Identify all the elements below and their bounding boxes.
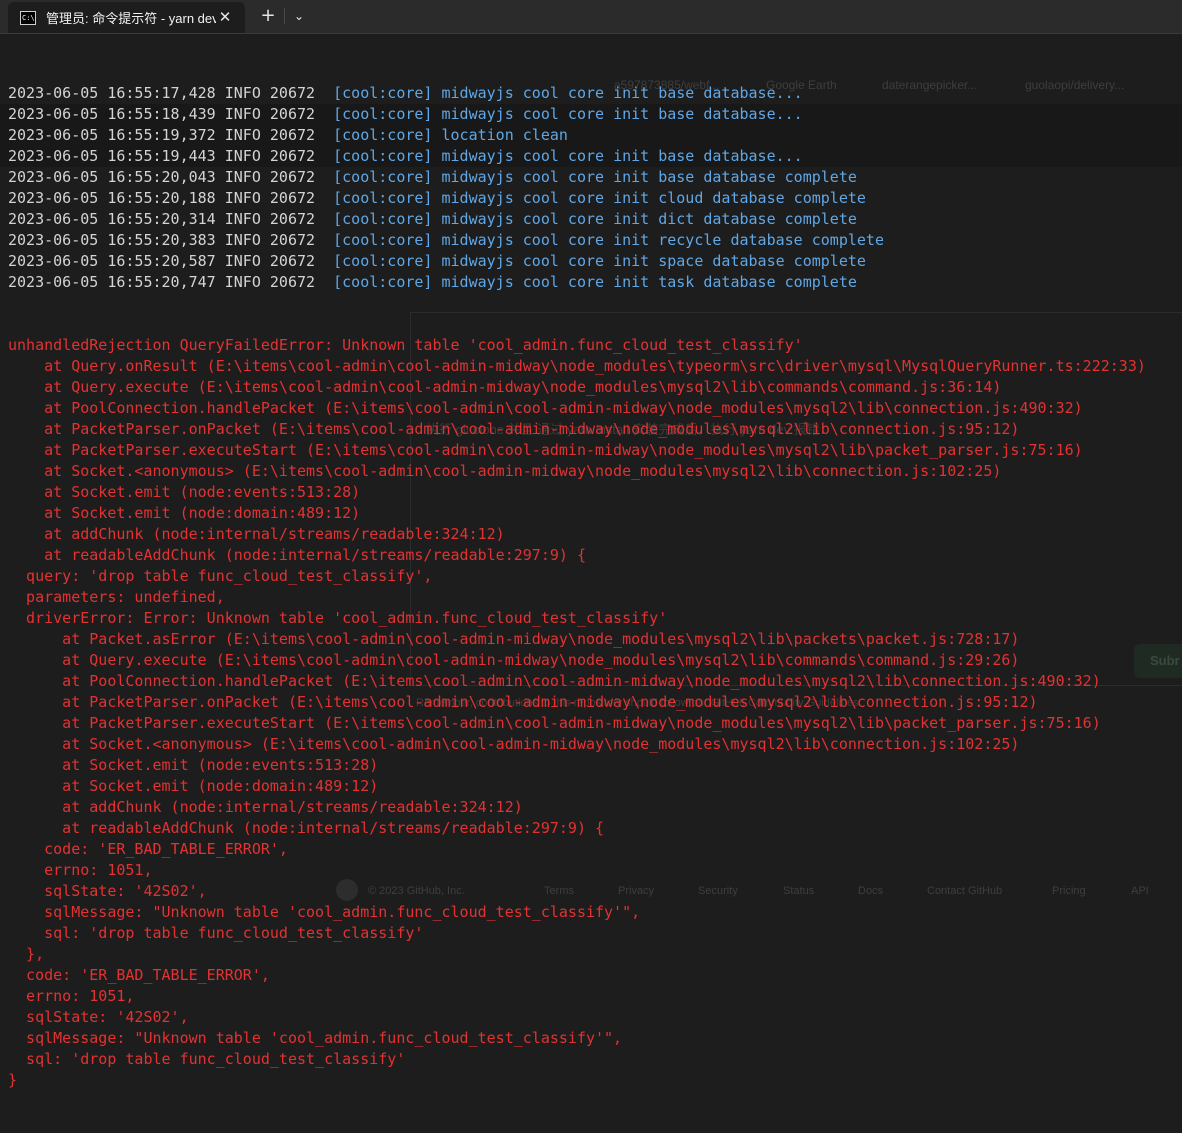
error-line: at PacketParser.onPacket (E:\items\cool-… [8, 693, 1038, 711]
log-line: 2023-06-05 16:55:20,188 INFO 20672 [cool… [8, 188, 1182, 209]
log-line: 2023-06-05 16:55:18,439 INFO 20672 [cool… [8, 104, 1182, 125]
log-message: [cool:core] midwayjs cool core init recy… [333, 231, 884, 249]
error-line: } [8, 1071, 18, 1089]
info-log-block: 2023-06-05 16:55:17,428 INFO 20672 [cool… [8, 83, 1182, 293]
terminal-icon: C:\ [20, 10, 36, 25]
error-line: }, [8, 945, 45, 963]
log-prefix: 2023-06-05 16:55:20,188 INFO 20672 [8, 189, 334, 207]
log-line: 2023-06-05 16:55:20,587 INFO 20672 [cool… [8, 251, 1182, 272]
error-line: at Query.onResult (E:\items\cool-admin\c… [8, 357, 1146, 375]
error-line: at Socket.emit (node:domain:489:12) [8, 777, 379, 795]
error-line: code: 'ER_BAD_TABLE_ERROR', [8, 966, 270, 984]
tab-divider [284, 8, 285, 24]
log-message: [cool:core] midwayjs cool core init dict… [333, 210, 857, 228]
log-line: 2023-06-05 16:55:20,314 INFO 20672 [cool… [8, 209, 1182, 230]
log-message: [cool:core] location clean [333, 126, 568, 144]
log-message: [cool:core] midwayjs cool core init base… [333, 147, 803, 165]
log-line: 2023-06-05 16:55:17,428 INFO 20672 [cool… [8, 83, 1182, 104]
log-prefix: 2023-06-05 16:55:20,314 INFO 20672 [8, 210, 334, 228]
error-line: at Socket.<anonymous> (E:\items\cool-adm… [8, 462, 1002, 480]
log-line: 2023-06-05 16:55:19,443 INFO 20672 [cool… [8, 146, 1182, 167]
error-line: at Query.execute (E:\items\cool-admin\co… [8, 651, 1020, 669]
error-line: query: 'drop table func_cloud_test_class… [8, 567, 433, 585]
log-prefix: 2023-06-05 16:55:19,443 INFO 20672 [8, 147, 334, 165]
log-line: 2023-06-05 16:55:20,043 INFO 20672 [cool… [8, 167, 1182, 188]
error-line: sqlState: '42S02', [8, 1008, 189, 1026]
terminal-window: a597873885/webf... Google Earth daterang… [0, 0, 1182, 1089]
tab-command-prompt[interactable]: C:\ 管理员: 命令提示符 - yarn dev ✕ [8, 2, 245, 33]
error-line: sql: 'drop table func_cloud_test_classif… [8, 924, 424, 942]
log-message: [cool:core] midwayjs cool core init clou… [333, 189, 866, 207]
error-line: at PoolConnection.handlePacket (E:\items… [8, 672, 1101, 690]
log-prefix: 2023-06-05 16:55:20,587 INFO 20672 [8, 252, 334, 270]
log-prefix: 2023-06-05 16:55:18,439 INFO 20672 [8, 105, 334, 123]
log-prefix: 2023-06-05 16:55:17,428 INFO 20672 [8, 84, 334, 102]
log-message: [cool:core] midwayjs cool core init base… [333, 168, 857, 186]
error-line: at PacketParser.executeStart (E:\items\c… [8, 441, 1083, 459]
log-line: 2023-06-05 16:55:20,383 INFO 20672 [cool… [8, 230, 1182, 251]
error-line: code: 'ER_BAD_TABLE_ERROR', [8, 840, 288, 858]
close-icon[interactable]: ✕ [215, 7, 235, 27]
error-line: at Socket.emit (node:events:513:28) [8, 756, 379, 774]
error-line: at readableAddChunk (node:internal/strea… [8, 819, 605, 837]
error-line: at PoolConnection.handlePacket (E:\items… [8, 399, 1083, 417]
terminal-output[interactable]: 2023-06-05 16:55:17,428 INFO 20672 [cool… [8, 41, 1182, 1133]
error-line: sql: 'drop table func_cloud_test_classif… [8, 1050, 406, 1068]
error-line: at addChunk (node:internal/streams/reada… [8, 525, 505, 543]
error-line: errno: 1051, [8, 861, 153, 879]
error-line: driverError: Error: Unknown table 'cool_… [8, 609, 668, 627]
log-message: [cool:core] midwayjs cool core init task… [333, 273, 857, 291]
tab-title: 管理员: 命令提示符 - yarn dev [46, 11, 216, 26]
tab-bar: C:\ 管理员: 命令提示符 - yarn dev ✕ + ⌄ [0, 0, 1182, 34]
new-tab-button[interactable]: + [256, 5, 280, 27]
error-line: at Socket.emit (node:domain:489:12) [8, 504, 361, 522]
error-line: sqlMessage: "Unknown table 'cool_admin.f… [8, 1029, 623, 1047]
error-line: at readableAddChunk (node:internal/strea… [8, 546, 586, 564]
error-line: at Query.execute (E:\items\cool-admin\co… [8, 378, 1002, 396]
log-line: 2023-06-05 16:55:20,747 INFO 20672 [cool… [8, 272, 1182, 293]
error-line: at PacketParser.executeStart (E:\items\c… [8, 714, 1101, 732]
error-line: at Packet.asError (E:\items\cool-admin\c… [8, 630, 1020, 648]
error-line: at Socket.<anonymous> (E:\items\cool-adm… [8, 735, 1020, 753]
log-message: [cool:core] midwayjs cool core init base… [333, 84, 803, 102]
log-prefix: 2023-06-05 16:55:20,383 INFO 20672 [8, 231, 334, 249]
error-line: sqlState: '42S02', [8, 882, 207, 900]
log-message: [cool:core] midwayjs cool core init base… [333, 105, 803, 123]
log-message: [cool:core] midwayjs cool core init spac… [333, 252, 866, 270]
error-line: at Socket.emit (node:events:513:28) [8, 483, 361, 501]
chevron-down-icon[interactable]: ⌄ [289, 6, 309, 26]
error-line: unhandledRejection QueryFailedError: Unk… [8, 336, 803, 354]
error-line: sqlMessage: "Unknown table 'cool_admin.f… [8, 903, 641, 921]
error-line: at addChunk (node:internal/streams/reada… [8, 798, 523, 816]
log-prefix: 2023-06-05 16:55:20,043 INFO 20672 [8, 168, 334, 186]
error-log-block: unhandledRejection QueryFailedError: Unk… [8, 335, 1182, 1091]
log-line: 2023-06-05 16:55:19,372 INFO 20672 [cool… [8, 125, 1182, 146]
error-line: errno: 1051, [8, 987, 135, 1005]
error-line: at PacketParser.onPacket (E:\items\cool-… [8, 420, 1020, 438]
log-prefix: 2023-06-05 16:55:19,372 INFO 20672 [8, 126, 334, 144]
log-prefix: 2023-06-05 16:55:20,747 INFO 20672 [8, 273, 334, 291]
error-line: parameters: undefined, [8, 588, 225, 606]
